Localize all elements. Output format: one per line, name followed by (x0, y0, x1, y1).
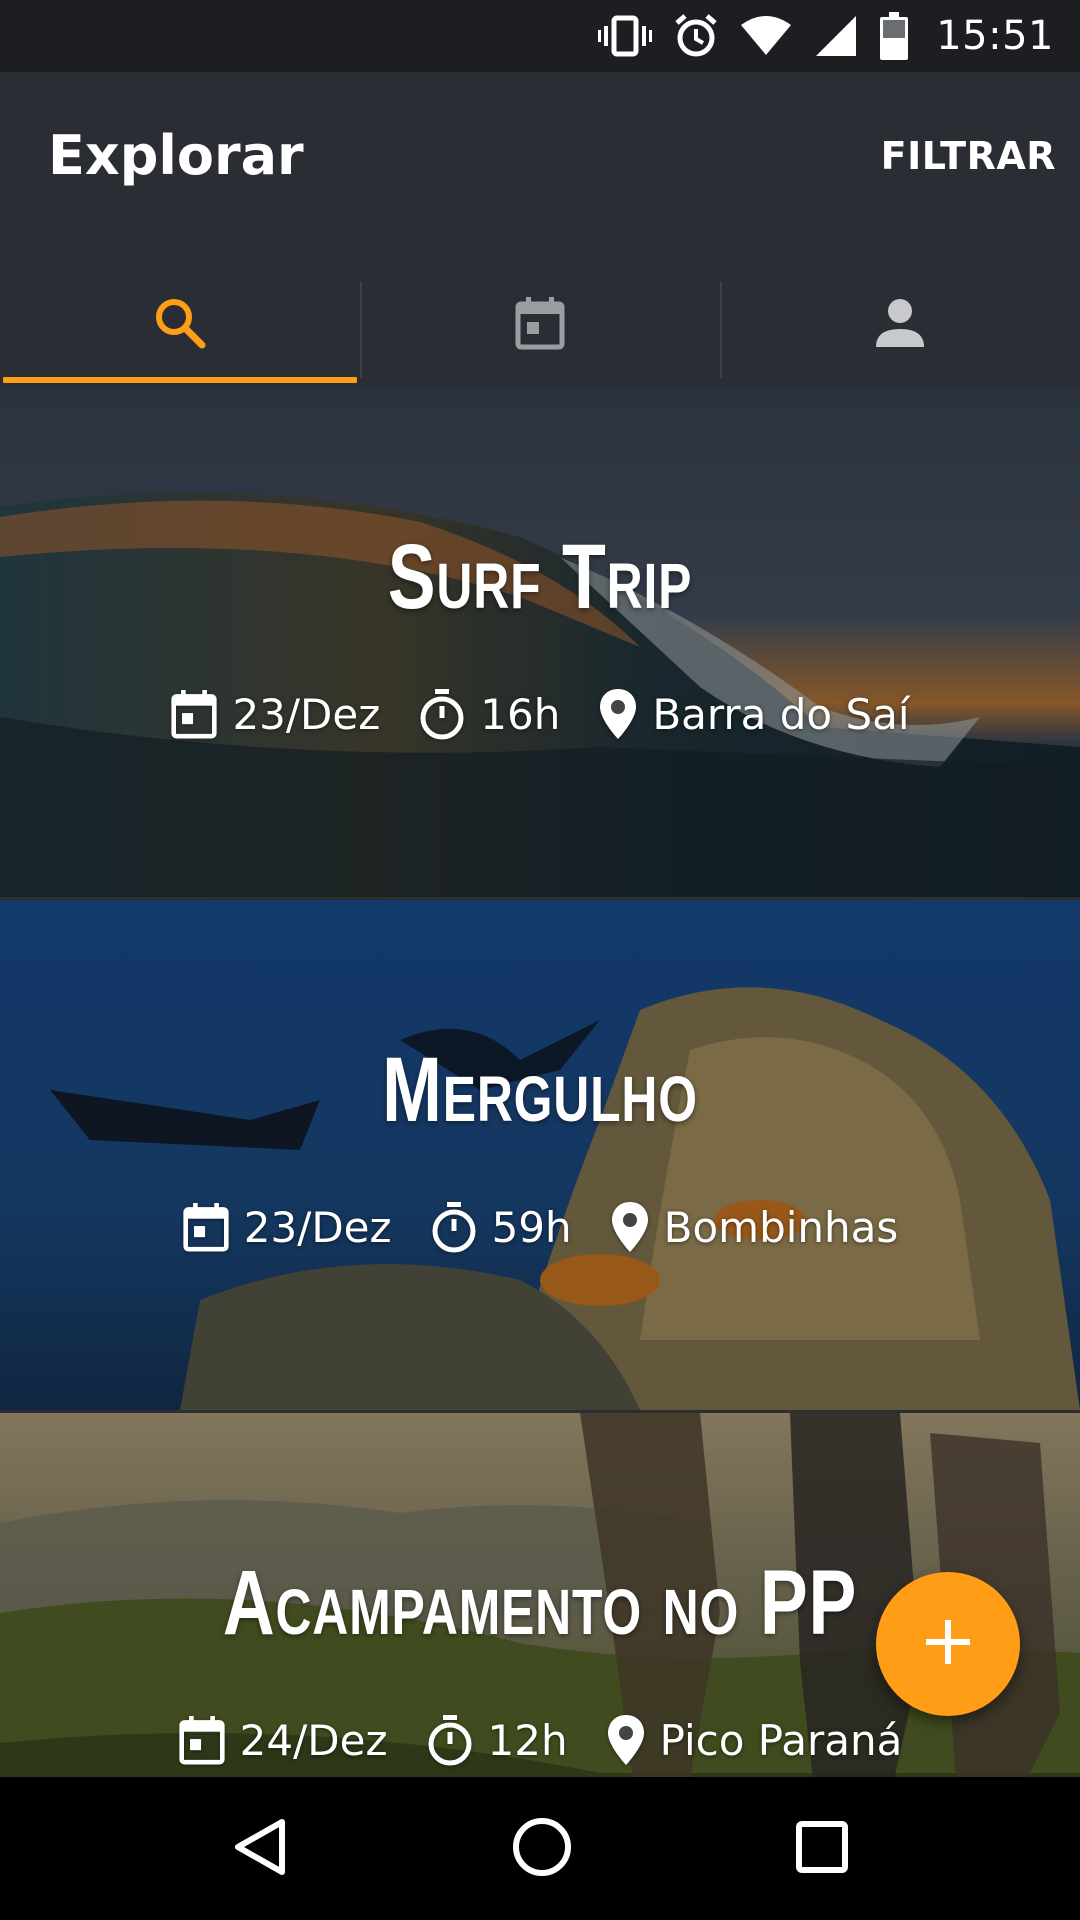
meta-duration: 59h (430, 1201, 572, 1253)
card-title: Mergulho (382, 1039, 698, 1141)
meta-duration: 16h (418, 688, 560, 740)
calendar-icon (178, 1714, 226, 1766)
meta-location: Pico Paraná (606, 1713, 903, 1767)
search-icon (152, 295, 208, 355)
tab-bar (0, 262, 1080, 387)
location-pin-icon (606, 1713, 646, 1767)
card-meta: 23/Dez 59h Bombinhas (0, 1200, 1080, 1254)
meta-date-text: 23/Dez (243, 1202, 392, 1252)
recents-icon[interactable] (794, 1819, 850, 1879)
tab-explore[interactable] (0, 262, 360, 387)
calendar-icon (514, 295, 566, 355)
person-icon (874, 297, 926, 353)
meta-date-text: 24/Dez (239, 1715, 388, 1765)
meta-location: Bombinhas (610, 1200, 899, 1254)
status-time: 15:51 (936, 13, 1054, 59)
calendar-icon (170, 688, 218, 740)
wifi-icon (740, 15, 792, 57)
app-bar: Explorar FILTRAR (0, 72, 1080, 387)
alarm-icon (674, 13, 718, 59)
meta-location-text: Bombinhas (663, 1202, 899, 1252)
calendar-icon (182, 1201, 230, 1253)
meta-location: Barra do Saí (598, 687, 910, 741)
meta-date: 23/Dez (170, 688, 380, 740)
card-meta: 24/Dez 12h Pico Paraná (0, 1713, 1080, 1767)
card-meta: 23/Dez 16h Barra do Saí (0, 687, 1080, 741)
meta-date: 23/Dez (182, 1201, 392, 1253)
signal-icon (814, 14, 858, 58)
tab-calendar[interactable] (360, 262, 720, 387)
back-icon[interactable] (230, 1816, 290, 1882)
vibrate-icon (598, 12, 653, 60)
timer-icon (430, 1201, 478, 1253)
home-icon[interactable] (511, 1816, 573, 1882)
activity-card[interactable]: Mergulho 23/Dez 59h Bombinhas (0, 900, 1080, 1410)
tab-selected-indicator (3, 377, 357, 383)
location-pin-icon (598, 687, 638, 741)
card-overlay (0, 900, 1080, 1410)
plus-icon (922, 1616, 974, 1672)
activity-card[interactable]: Surf Trip 23/Dez 16h Barra do Saí (0, 387, 1080, 897)
meta-duration-text: 59h (491, 1202, 572, 1252)
meta-date-text: 23/Dez (232, 689, 381, 739)
battery-icon (880, 12, 909, 60)
timer-icon (426, 1714, 474, 1766)
meta-date: 24/Dez (178, 1714, 388, 1766)
meta-location-text: Pico Paraná (659, 1715, 903, 1765)
activity-feed: Surf Trip 23/Dez 16h Barra do Saí Mergul… (0, 387, 1080, 1777)
card-overlay (0, 387, 1080, 897)
add-activity-button[interactable] (876, 1572, 1020, 1716)
meta-duration-text: 12h (487, 1715, 568, 1765)
meta-duration-text: 16h (480, 689, 561, 739)
meta-duration: 12h (426, 1714, 568, 1766)
location-pin-icon (610, 1200, 650, 1254)
filter-button[interactable]: FILTRAR (881, 134, 1056, 178)
meta-location-text: Barra do Saí (652, 689, 910, 739)
timer-icon (418, 688, 466, 740)
card-title: Surf Trip (387, 526, 693, 628)
tab-profile[interactable] (720, 262, 1080, 387)
system-nav-bar (0, 1777, 1080, 1920)
card-title: Acampamento no PP (222, 1552, 858, 1654)
status-bar: 15:51 (0, 0, 1080, 72)
page-title: Explorar (48, 124, 304, 187)
